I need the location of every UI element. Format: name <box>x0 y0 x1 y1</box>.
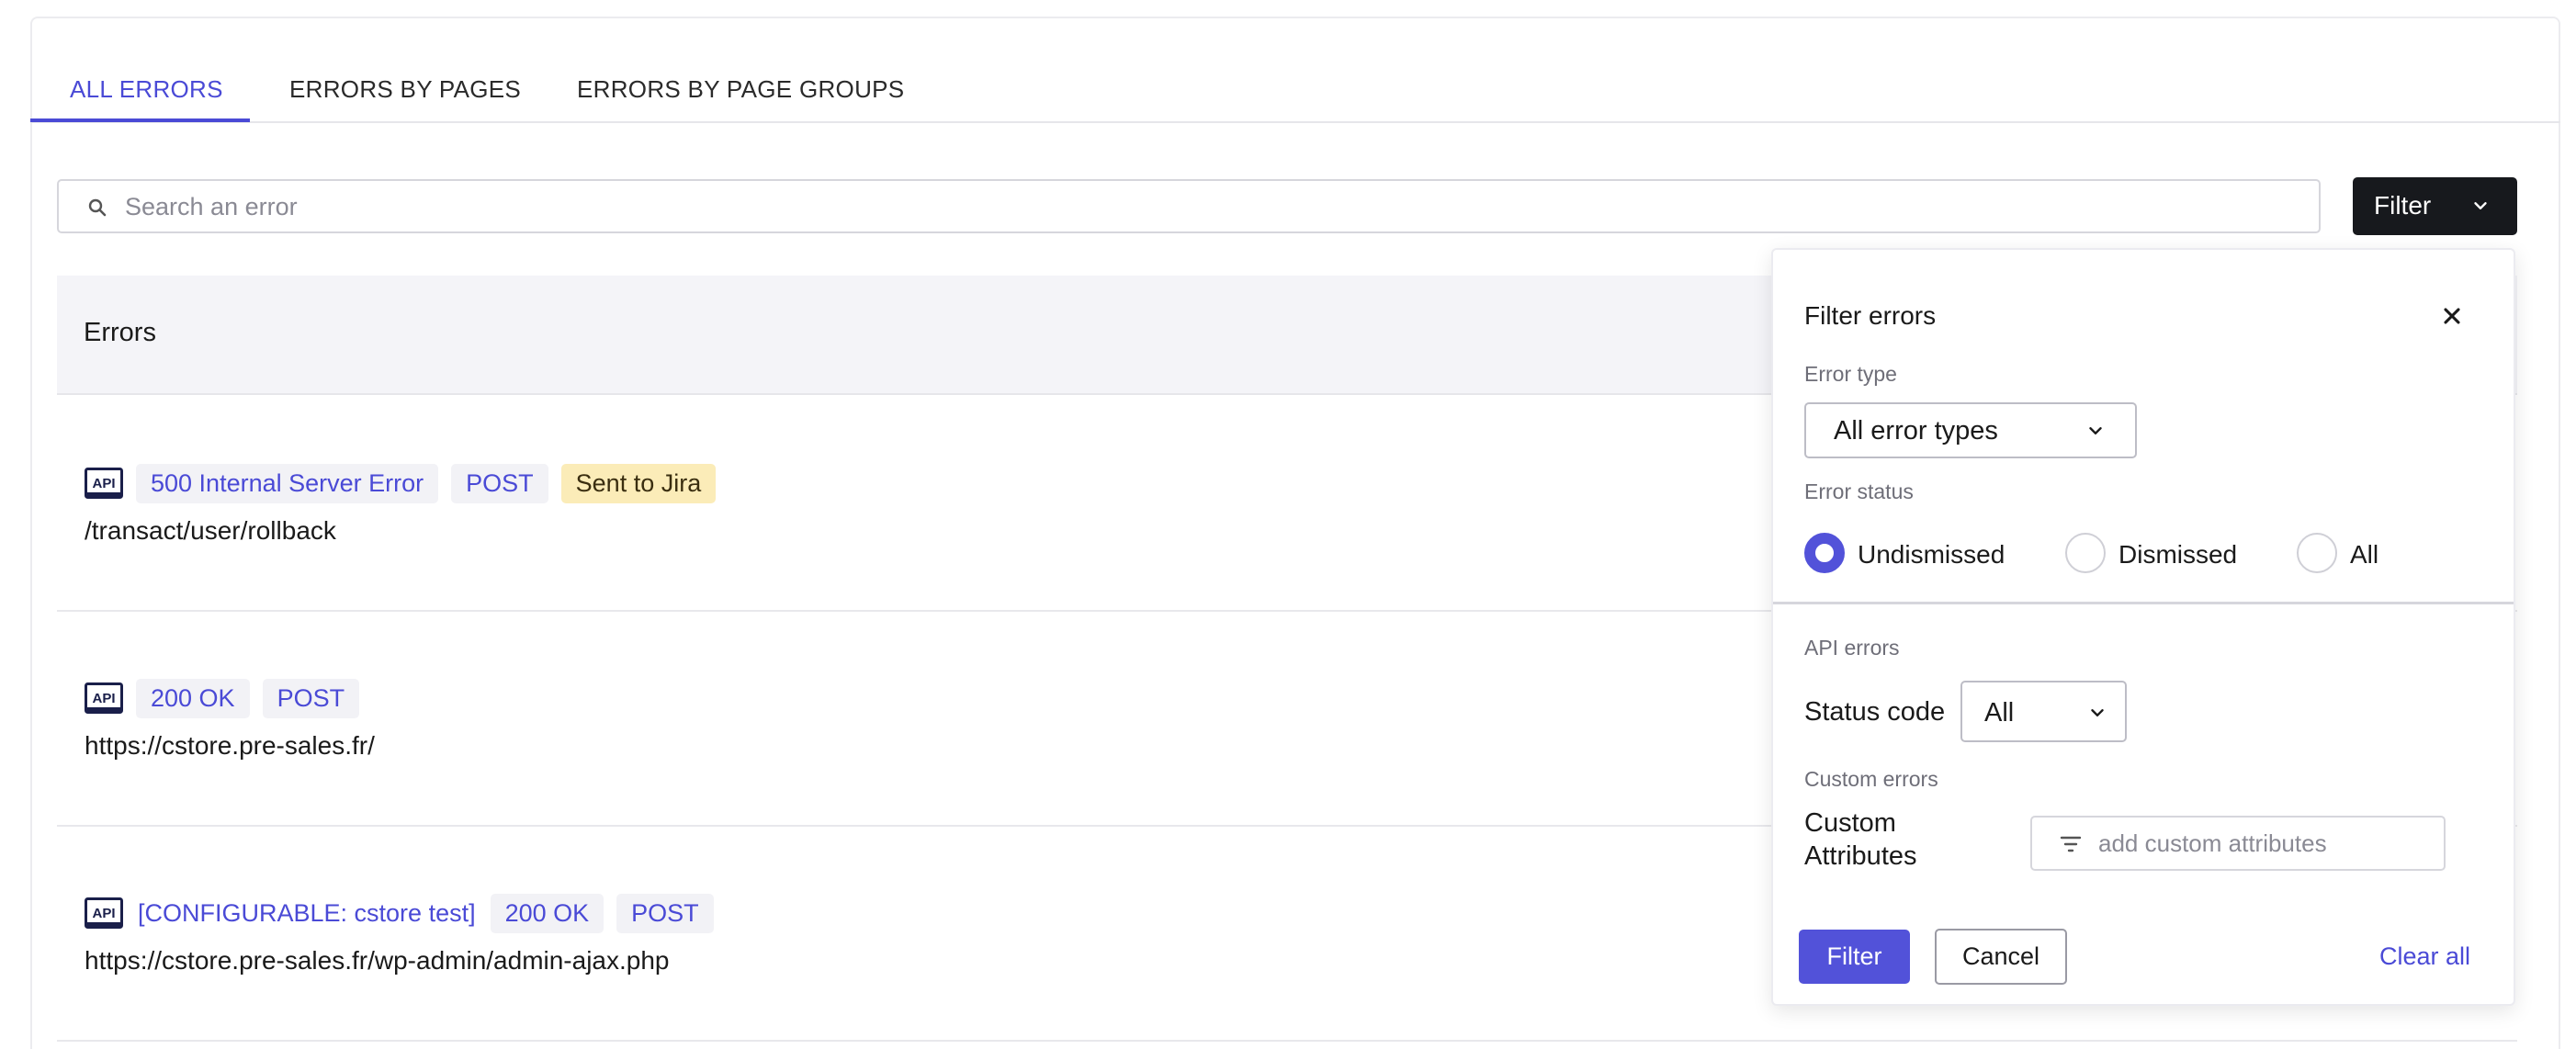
custom-errors-label: Custom errors <box>1804 767 1938 791</box>
status-code-select[interactable]: All <box>1960 681 2127 742</box>
error-type-label: Error type <box>1804 362 1897 386</box>
status-code-value: All <box>1984 698 2015 728</box>
radio-button[interactable] <box>2065 533 2106 573</box>
status-code-label: Status code <box>1804 697 1946 727</box>
method-tag: POST <box>262 678 360 718</box>
apply-filter-button[interactable]: Filter <box>1799 930 1910 984</box>
api-icon: API <box>85 468 123 499</box>
chevron-down-icon <box>2089 427 2102 434</box>
radio-button[interactable] <box>2297 533 2337 573</box>
search-icon <box>88 198 107 217</box>
tab-errors-by-pages[interactable]: ERRORS BY PAGES <box>289 75 521 104</box>
jira-status-badge: Sent to Jira <box>560 463 717 503</box>
search-bar[interactable] <box>57 179 2321 233</box>
status-code-tag: 200 OK <box>136 678 250 718</box>
chevron-down-icon <box>2474 202 2487 209</box>
filter-panel-title: Filter errors <box>1804 301 1937 330</box>
custom-attributes-field[interactable] <box>2030 816 2446 871</box>
search-input[interactable] <box>125 188 2293 225</box>
error-path: /transact/user/rollback <box>85 516 336 545</box>
filter-lines-icon <box>2060 836 2082 852</box>
custom-attributes-label-line1: Custom <box>1804 808 1896 838</box>
api-errors-label: API errors <box>1804 636 1900 660</box>
filter-dropdown-button[interactable]: Filter <box>2353 177 2517 235</box>
radio-button[interactable] <box>1804 533 1845 573</box>
api-icon: API <box>85 897 123 929</box>
chevron-down-icon <box>2091 709 2104 716</box>
custom-attributes-label-line2: Attributes <box>1804 841 1917 871</box>
error-type-select[interactable]: All error types <box>1804 402 2137 458</box>
section-divider <box>1773 602 2514 604</box>
filter-button-label: Filter <box>2374 191 2432 220</box>
tab-all-errors[interactable]: ALL ERRORS <box>70 75 223 104</box>
svg-text:API: API <box>92 691 115 706</box>
tab-bar: ALL ERRORS ERRORS BY PAGES ERRORS BY PAG… <box>30 55 2560 123</box>
error-status-label: Error status <box>1804 479 1914 503</box>
error-path: https://cstore.pre-sales.fr/wp-admin/adm… <box>85 946 670 975</box>
radio-label: Dismissed <box>2118 540 2238 569</box>
api-icon: API <box>85 682 123 714</box>
svg-text:API: API <box>92 476 115 491</box>
cancel-button[interactable]: Cancel <box>1935 929 2067 985</box>
radio-label: Undismissed <box>1858 540 2005 569</box>
active-tab-indicator <box>30 118 250 122</box>
custom-error-label: [CONFIGURABLE: cstore test] <box>138 898 476 927</box>
error-path: https://cstore.pre-sales.fr/ <box>85 731 375 760</box>
tab-errors-by-page-groups[interactable]: ERRORS BY PAGE GROUPS <box>577 75 904 104</box>
status-code-tag: 200 OK <box>490 893 604 933</box>
filter-errors-panel: Filter errors Error type All error types… <box>1771 248 2515 1006</box>
radio-label: All <box>2350 540 2379 569</box>
errors-column-title: Errors <box>84 318 156 347</box>
status-code-tag: 500 Internal Server Error <box>136 463 439 503</box>
close-icon[interactable] <box>2439 303 2465 329</box>
custom-attributes-input[interactable] <box>2098 825 2429 862</box>
clear-all-link[interactable]: Clear all <box>2379 942 2470 971</box>
svg-text:API: API <box>92 906 115 921</box>
error-type-value: All error types <box>1834 416 1998 446</box>
method-tag: POST <box>616 893 714 933</box>
method-tag: POST <box>451 463 548 503</box>
